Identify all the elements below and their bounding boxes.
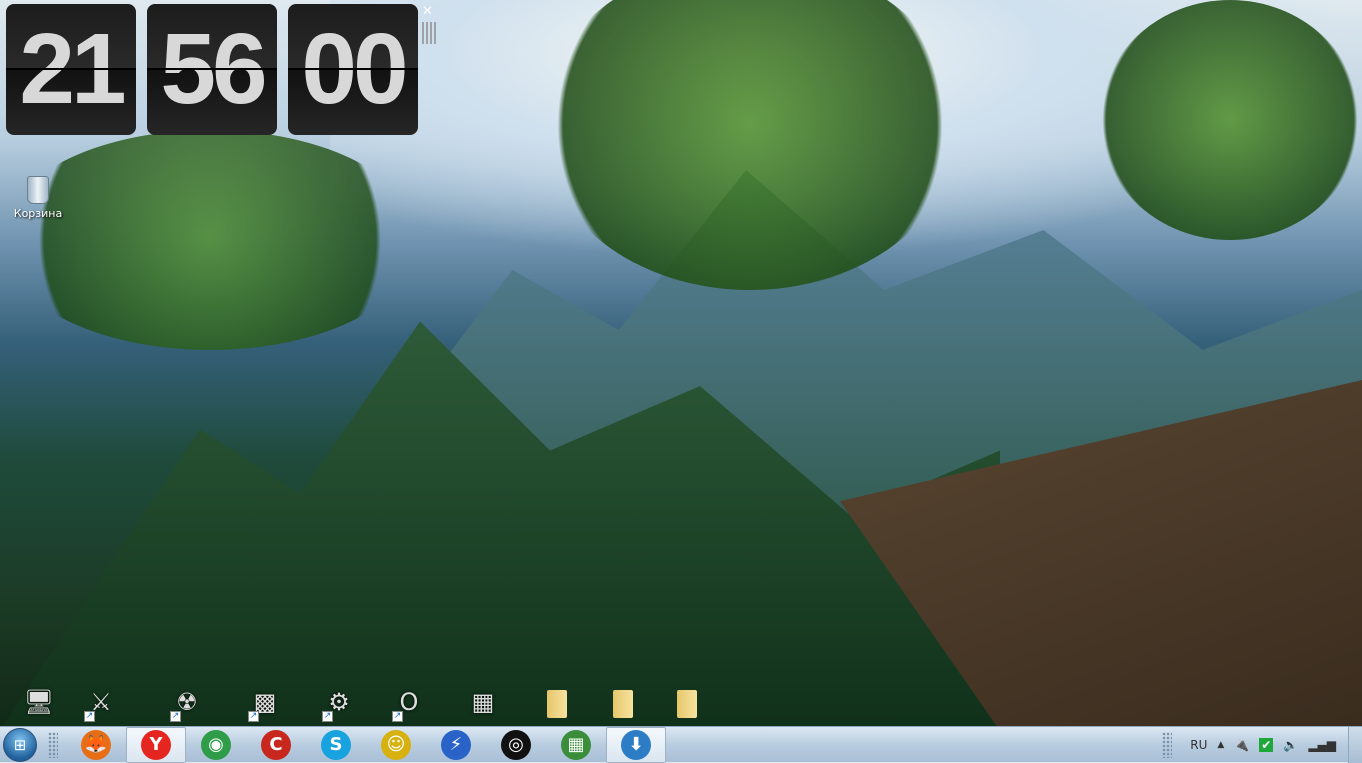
shortcut-arrow-icon: ↗ [392,711,403,722]
wallpaper-foliage [0,130,420,350]
downloader-icon: ⬇ [621,729,651,760]
gadget-drag-handle[interactable] [422,22,436,44]
taskbar-app-ccleaner[interactable]: C [246,727,306,763]
taskbar-app-webmoney-agent[interactable]: ☺ [366,727,426,763]
windows-logo-icon: ⊞ [3,727,37,762]
shortcut-arrow-icon: ↗ [84,711,95,722]
system-tray: RU ▲ 🔌 ✔ 🔈 ▂▄▆ [1154,727,1348,763]
clock-minutes: 56 [147,4,277,135]
network-card-icon[interactable]: ▦ [466,688,500,722]
folder-icon-2[interactable] [606,688,640,722]
game-shortcut-icon[interactable]: ⚔ ↗ [84,688,118,722]
taskbar-app-webcam[interactable]: ◎ [486,727,546,763]
yandex-browser-icon: Y [141,729,171,760]
shortcut-arrow-icon: ↗ [322,711,333,722]
wallpaper-foliage [1100,0,1360,240]
shortcut-arrow-icon: ↗ [170,711,181,722]
show-hidden-icons-button[interactable]: ▲ [1217,740,1224,750]
webmoney-agent-icon: ☺ [381,729,411,760]
taskbar: ⊞ 🦊 Y ◉ C S ☺ ⚡ ◎ ▦ ⬇ RU ▲ 🔌 ✔ 🔈 ▂▄▆ [0,726,1362,763]
start-button[interactable]: ⊞ [0,727,40,763]
webcam-icon: ◎ [501,729,531,760]
trash-icon [27,176,49,204]
clock-seconds: 00 [288,4,418,135]
network-card-icon: ▦ [561,729,591,760]
game2-shortcut-icon[interactable]: ⚙ ↗ [322,688,356,722]
opera-shortcut-icon[interactable]: O ↗ [392,688,426,722]
tray-grip[interactable] [1162,731,1173,758]
taskbar-app-downloader[interactable]: ⬇ [606,726,666,763]
firefox-icon: 🦊 [81,729,111,760]
taskbar-app-network-card[interactable]: ▦ [546,727,606,763]
network-signal-icon[interactable]: ▂▄▆ [1308,738,1336,752]
clock-gadget[interactable]: 21 56 00 [6,4,418,135]
daemon-tools-icon: ⚡ [441,729,471,760]
app-shortcut-icon[interactable]: ▩ ↗ [248,688,282,722]
folder-shape [547,690,567,718]
taskbar-app-chrome[interactable]: ◉ [186,727,246,763]
icon-glyph: 🖥 [23,688,55,716]
volume-icon[interactable]: 🔈 [1283,738,1298,752]
computer-icon[interactable]: 🖥 [22,688,56,722]
skype-icon: S [321,729,351,760]
taskbar-grip[interactable] [48,731,58,758]
folder-shape [677,690,697,718]
taskbar-app-firefox[interactable]: 🦊 [66,727,126,763]
power-plug-icon[interactable]: 🔌 [1234,738,1249,752]
recycle-bin-icon[interactable]: Корзина [10,176,66,220]
folder-shape [613,690,633,718]
chrome-icon: ◉ [201,729,231,760]
language-indicator[interactable]: RU [1190,738,1207,752]
recycle-bin-label: Корзина [13,207,63,220]
icon-glyph: ▦ [471,688,495,716]
taskbar-app-skype[interactable]: S [306,727,366,763]
show-desktop-button[interactable] [1348,726,1362,763]
taskbar-app-yandex-browser[interactable]: Y [126,726,186,763]
safely-remove-icon[interactable]: ✔ [1259,737,1274,752]
clock-hours: 21 [6,4,136,135]
shortcut-arrow-icon: ↗ [248,711,259,722]
ccleaner-icon: C [261,729,291,760]
taskbar-app-daemon-tools[interactable]: ⚡ [426,727,486,763]
gadget-close-button[interactable]: ✕ [422,4,433,19]
folder-icon-3[interactable] [670,688,704,722]
folder-icon-1[interactable] [540,688,574,722]
stalker-shortcut-icon[interactable]: ☢ ↗ [170,688,204,722]
